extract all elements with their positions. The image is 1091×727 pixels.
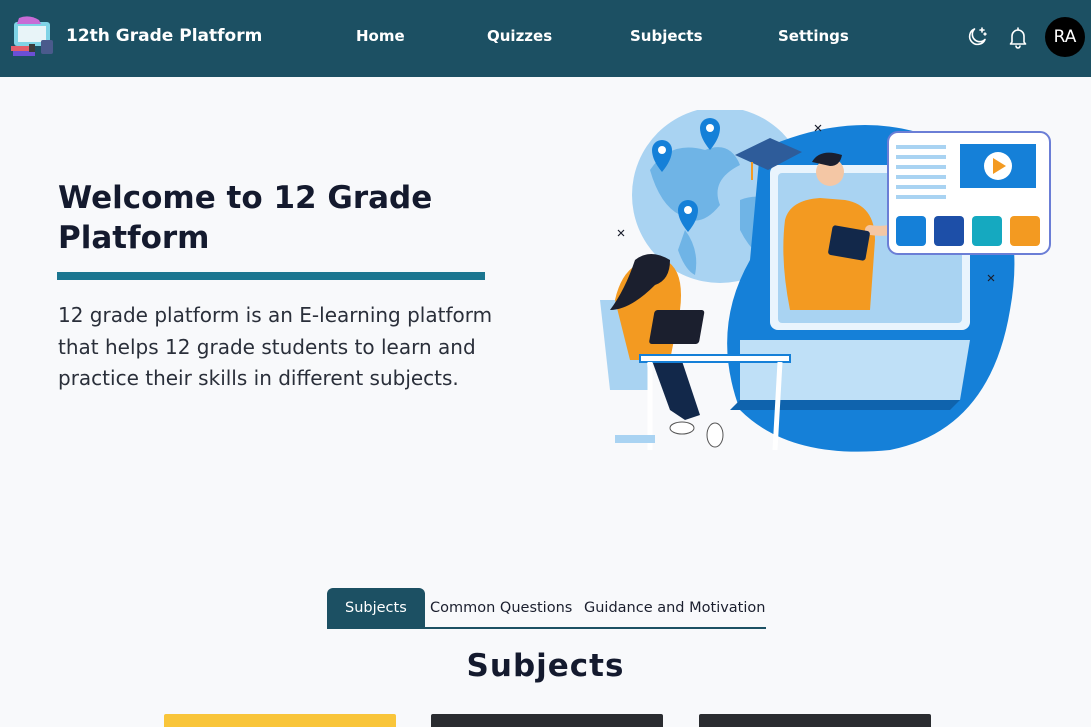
top-navbar: 12th Grade Platform Home Quizzes Subject… [0,0,1091,77]
nav-quizzes-link[interactable]: Quizzes [487,27,552,45]
user-avatar[interactable]: RA [1045,17,1085,57]
brand[interactable]: 12th Grade Platform [11,14,262,58]
hero-description: 12 grade platform is an E-learning platf… [58,303,493,390]
tab-guidance-and-motivation[interactable]: Guidance and Motivation [584,588,765,627]
tab-common-questions[interactable]: Common Questions [430,588,572,627]
tab-subjects[interactable]: Subjects [327,588,425,627]
e-learning-illustration [600,110,1051,452]
subject-card[interactable] [699,714,931,727]
hero-divider [57,272,485,280]
nav-subjects-link[interactable]: Subjects [630,27,703,45]
subject-card[interactable] [431,714,663,727]
subject-card[interactable] [164,714,396,727]
moon-stars-icon[interactable] [965,25,989,49]
section-title: Subjects [466,648,625,684]
bell-icon[interactable] [1006,25,1030,49]
platform-logo-icon [11,16,53,56]
nav-settings-link[interactable]: Settings [778,27,849,45]
nav-home-link[interactable]: Home [356,27,405,45]
hero-title: Welcome to 12 Grade Platform [58,180,433,256]
content-tabs: Subjects Common Questions Guidance and M… [327,588,766,629]
brand-title: 12th Grade Platform [66,26,263,46]
